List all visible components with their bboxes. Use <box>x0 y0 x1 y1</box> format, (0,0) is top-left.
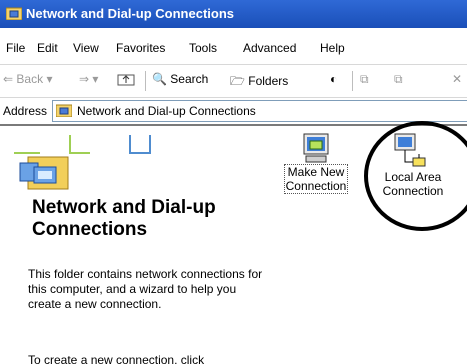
address-value: Network and Dial-up Connections <box>77 104 256 118</box>
item-label: Make New Connection <box>283 164 349 194</box>
delete-icon: ✕ <box>452 72 463 86</box>
network-connections-banner-icon <box>14 135 151 190</box>
up-folder-icon <box>117 74 135 86</box>
history-button[interactable]: ◐ <box>330 72 337 86</box>
make-new-connection-item[interactable]: Make New Connection <box>280 132 352 194</box>
menu-file[interactable]: File <box>6 41 25 55</box>
back-dropdown-icon: ▾ <box>46 72 53 86</box>
computer-icon <box>303 133 329 163</box>
network-folder-icon <box>56 104 72 117</box>
item-label-line2: Connection <box>285 179 347 193</box>
menu-tools[interactable]: Tools <box>189 41 217 55</box>
toolbar-separator <box>352 71 353 91</box>
menu-advanced[interactable]: Advanced <box>243 41 296 55</box>
folders-icon: 🗁 <box>230 74 245 88</box>
search-button[interactable]: 🔍 Search <box>152 72 208 86</box>
move-to-button[interactable]: ⧉ <box>360 72 369 87</box>
new-connection-tip: To create a new connection, click <box>28 353 205 364</box>
search-label: Search <box>170 72 209 86</box>
network-folder-icon <box>6 7 22 20</box>
back-label: Back <box>16 72 44 86</box>
history-icon: ◐ <box>330 72 338 86</box>
item-label-line1: Make New <box>287 165 345 179</box>
up-folder-button[interactable] <box>117 72 135 89</box>
menu-bar: File Edit View Favorites Tools Advanced … <box>0 36 467 58</box>
menu-favorites[interactable]: Favorites <box>116 41 165 55</box>
menu-edit[interactable]: Edit <box>37 41 58 55</box>
folders-button[interactable]: 🗁 Folders <box>230 72 288 93</box>
search-icon: 🔍 <box>152 72 167 86</box>
back-arrow-icon: ⇐ <box>3 72 14 86</box>
copy-to-icon: ⧉ <box>394 72 403 86</box>
toolbar-separator <box>145 71 146 91</box>
info-pane: Network and Dial-up Connections This fol… <box>0 127 272 364</box>
folder-description: This folder contains network connections… <box>28 267 263 311</box>
address-label: Address <box>3 104 48 118</box>
explorer-window: Network and Dial-up Connections File Edi… <box>0 0 467 364</box>
folders-label: Folders <box>248 74 289 88</box>
toolbar: ⇐ Back ▾ ⇒ ▾ 🔍 Search 🗁 Folders ◐ ⧉ ⧉ ✕ <box>0 64 467 95</box>
page-title: Network and Dial-up Connections <box>32 197 216 240</box>
menu-help[interactable]: Help <box>320 41 345 55</box>
forward-arrow-icon: ⇒ <box>79 72 90 86</box>
forward-button[interactable]: ⇒ ▾ <box>79 72 98 86</box>
window-title: Network and Dial-up Connections <box>26 6 235 21</box>
delete-button[interactable]: ✕ <box>452 72 462 86</box>
forward-dropdown-icon: ▾ <box>92 72 99 86</box>
highlight-circle <box>364 121 467 231</box>
copy-to-button[interactable]: ⧉ <box>394 72 403 87</box>
back-button[interactable]: ⇐ Back ▾ <box>3 72 52 86</box>
menu-view[interactable]: View <box>73 41 99 55</box>
title-bar[interactable]: Network and Dial-up Connections <box>0 0 467 28</box>
move-to-icon: ⧉ <box>360 72 369 86</box>
